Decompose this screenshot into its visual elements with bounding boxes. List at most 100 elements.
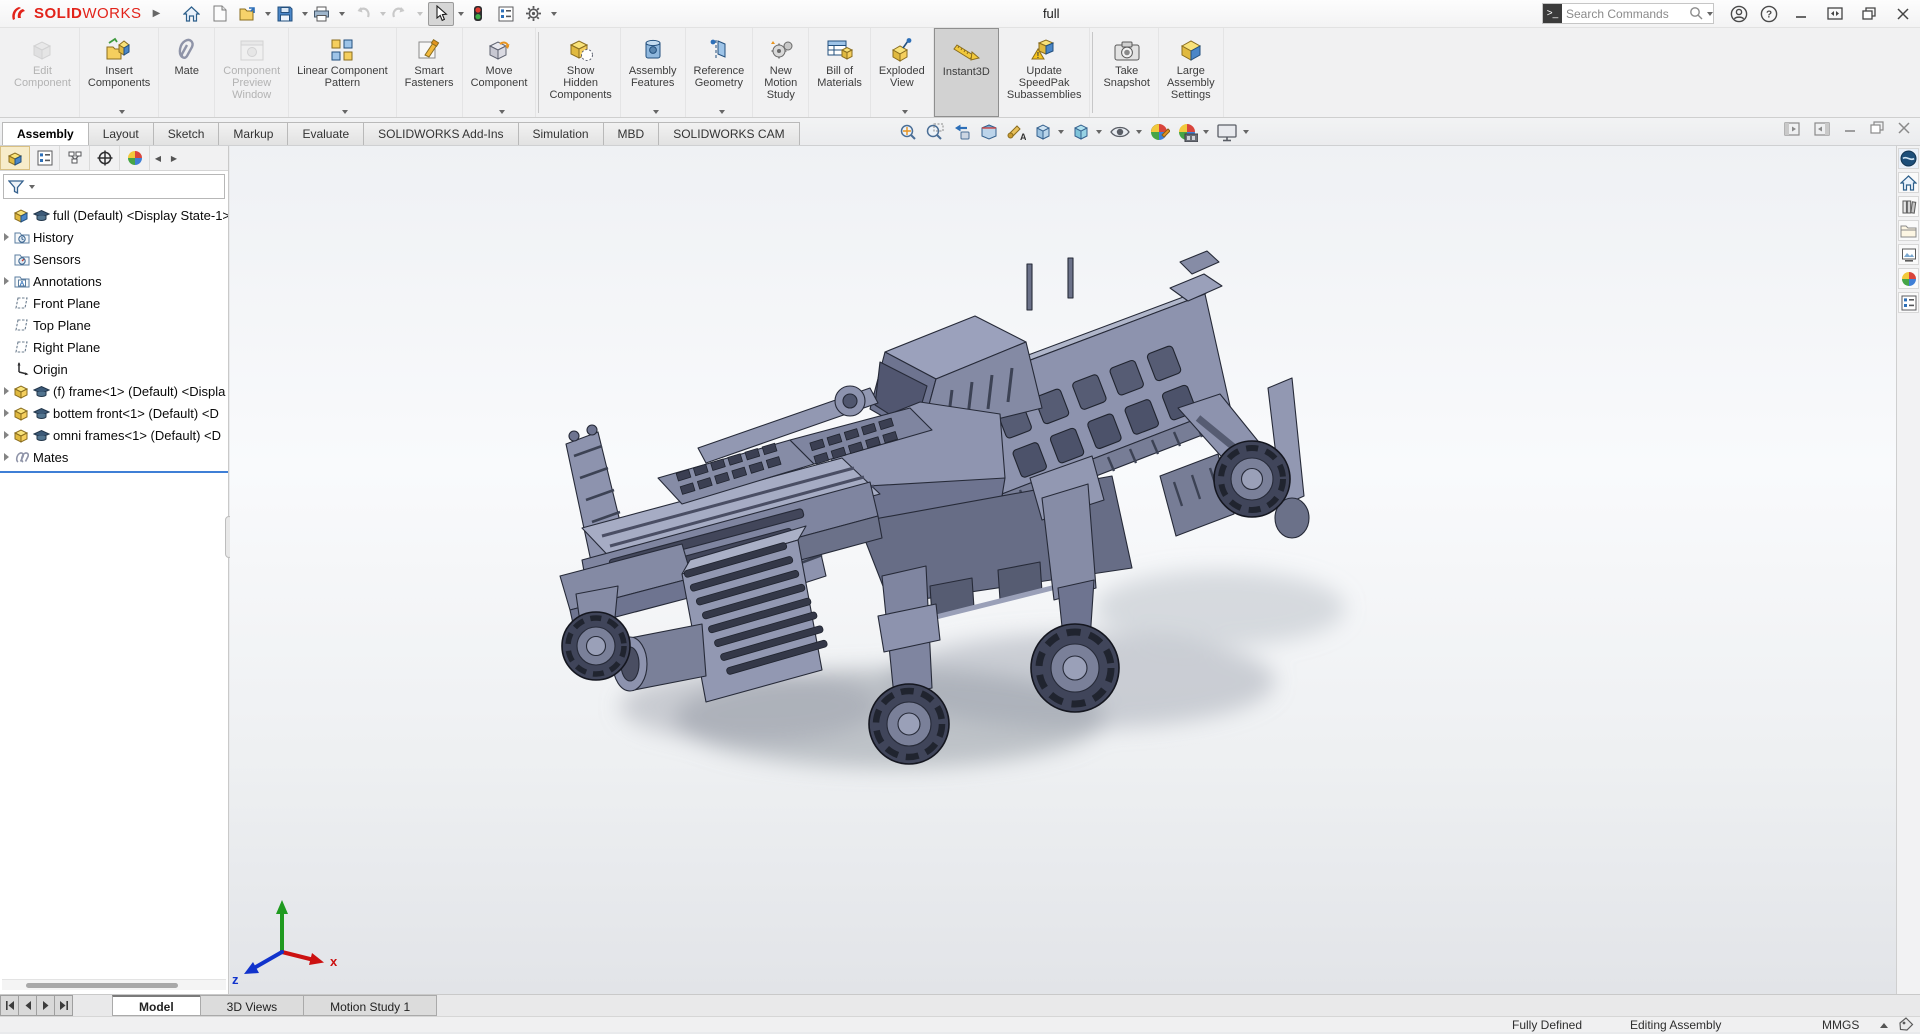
save-button[interactable] xyxy=(272,2,298,26)
cad-model-canvas[interactable]: x z xyxy=(230,146,1896,994)
tree-item-origin[interactable]: Origin xyxy=(0,358,228,380)
solidworks-resources-button[interactable] xyxy=(1898,148,1919,169)
move-component-button[interactable]: Move Component xyxy=(463,28,537,117)
custom-properties-button[interactable] xyxy=(1898,292,1919,313)
units-dropdown-arrow[interactable] xyxy=(1880,1023,1888,1028)
hide-show-items-icon[interactable] xyxy=(1109,122,1142,142)
search-dropdown-arrow[interactable] xyxy=(1707,12,1713,16)
propertymanager-tab[interactable] xyxy=(30,146,60,170)
settings-dropdown-arrow[interactable] xyxy=(551,12,557,16)
tab-solidworks-add-ins[interactable]: SOLIDWORKS Add-Ins xyxy=(363,122,518,145)
tree-item-history[interactable]: History xyxy=(0,226,228,248)
appearances-scenes-button[interactable] xyxy=(1898,268,1919,289)
linear-component-pattern-button[interactable]: Linear Component Pattern xyxy=(289,28,397,117)
tree-item-frame[interactable]: (f) frame<1> (Default) <Displa xyxy=(0,380,228,402)
tree-item-sensors[interactable]: Sensors xyxy=(0,248,228,270)
search-commands-box[interactable]: >_ xyxy=(1542,3,1714,24)
tree-filter-box[interactable] xyxy=(3,174,225,199)
tab-simulation[interactable]: Simulation xyxy=(518,122,604,145)
display-style-dropdown[interactable] xyxy=(1096,130,1102,134)
tree-item-front-plane[interactable]: Front Plane xyxy=(0,292,228,314)
tab-scroll-next-button[interactable] xyxy=(36,995,55,1016)
print-dropdown-arrow[interactable] xyxy=(339,12,345,16)
hide-show-dropdown[interactable] xyxy=(1136,130,1142,134)
mate-button[interactable]: Mate xyxy=(159,28,215,117)
instant3d-button[interactable]: Instant3D xyxy=(934,28,999,117)
tab-model[interactable]: Model xyxy=(112,995,201,1016)
expander-arrow[interactable] xyxy=(0,387,13,395)
exploded-view-button[interactable]: Exploded View xyxy=(871,28,934,117)
zoom-to-area-icon[interactable] xyxy=(925,122,945,142)
open-button[interactable] xyxy=(235,2,261,26)
tab-scroll-first-button[interactable] xyxy=(0,995,19,1016)
home-button[interactable] xyxy=(179,2,205,26)
tree-horizontal-scrollbar[interactable] xyxy=(2,979,226,990)
expander-arrow[interactable] xyxy=(0,453,13,461)
view-palette-button[interactable] xyxy=(1898,244,1919,265)
tree-item-annotations[interactable]: A Annotations xyxy=(0,270,228,292)
expander-arrow[interactable] xyxy=(0,409,13,417)
settings-button[interactable] xyxy=(521,2,547,26)
doc-restore-icon[interactable] xyxy=(1870,121,1884,137)
tab-scroll-last-button[interactable] xyxy=(54,995,73,1016)
bill-of-materials-button[interactable]: Bill of Materials xyxy=(809,28,871,117)
dropdown-arrow[interactable] xyxy=(342,110,348,114)
section-view-icon[interactable] xyxy=(979,122,999,142)
dropdown-arrow[interactable] xyxy=(653,110,659,114)
tree-item-mates[interactable]: Mates xyxy=(0,446,228,468)
restore-button[interactable] xyxy=(1852,1,1886,27)
expander-arrow[interactable] xyxy=(0,431,13,439)
search-input[interactable] xyxy=(1562,7,1689,21)
fm-tabs-scroll-left[interactable]: ◀ xyxy=(150,146,166,170)
displaymanager-tab[interactable] xyxy=(120,146,150,170)
assembly-features-button[interactable]: Assembly Features xyxy=(621,28,686,117)
tag-icon[interactable] xyxy=(1899,1017,1914,1034)
view-orientation-icon[interactable] xyxy=(1033,122,1064,142)
take-snapshot-button[interactable]: Take Snapshot xyxy=(1095,28,1158,117)
previous-view-icon[interactable] xyxy=(952,122,972,142)
show-hidden-components-button[interactable]: Show Hidden Components xyxy=(541,28,620,117)
tree-item-right-plane[interactable]: Right Plane xyxy=(0,336,228,358)
menu-expand-arrow[interactable]: ▶ xyxy=(150,7,164,21)
expand-window-button[interactable] xyxy=(1818,1,1852,27)
featuremanager-tab[interactable] xyxy=(0,146,30,170)
save-dropdown-arrow[interactable] xyxy=(302,12,308,16)
tab-assembly[interactable]: Assembly xyxy=(2,122,89,145)
status-units[interactable]: MMGS xyxy=(1822,1018,1859,1032)
view-orientation-dropdown[interactable] xyxy=(1058,130,1064,134)
insert-components-button[interactable]: Insert Components xyxy=(80,28,159,117)
tree-item-assembly-root[interactable]: full (Default) <Display State-1> xyxy=(0,204,228,226)
tab-3d-views[interactable]: 3D Views xyxy=(200,995,304,1016)
reference-geometry-button[interactable]: Reference Geometry xyxy=(686,28,754,117)
tab-scroll-prev-button[interactable] xyxy=(18,995,37,1016)
view-settings-icon[interactable] xyxy=(1216,122,1249,142)
tab-motion-study-1[interactable]: Motion Study 1 xyxy=(303,995,437,1016)
expander-arrow[interactable] xyxy=(0,277,13,285)
dropdown-arrow[interactable] xyxy=(719,110,725,114)
tree-item-bottem-front[interactable]: bottem front<1> (Default) <D xyxy=(0,402,228,424)
rollback-bar[interactable] xyxy=(0,471,228,473)
search-icon[interactable] xyxy=(1689,6,1704,21)
dropdown-arrow[interactable] xyxy=(499,110,505,114)
doc-minimize-icon[interactable] xyxy=(1844,122,1856,137)
update-speedpak-button[interactable]: ! Update SpeedPak Subassemblies xyxy=(999,28,1091,117)
apply-scene-icon[interactable] xyxy=(1177,122,1209,142)
new-motion-study-button[interactable]: New Motion Study xyxy=(753,28,809,117)
scrollbar-thumb[interactable] xyxy=(26,983,178,988)
apply-scene-dropdown[interactable] xyxy=(1203,130,1209,134)
redo-button[interactable] xyxy=(387,2,413,26)
account-button[interactable] xyxy=(1724,2,1754,26)
dropdown-arrow[interactable] xyxy=(119,110,125,114)
traffic-light-button[interactable] xyxy=(465,2,491,26)
close-button[interactable] xyxy=(1886,1,1920,27)
large-assembly-settings-button[interactable]: Large Assembly Settings xyxy=(1159,28,1224,117)
collapse-left-icon[interactable] xyxy=(1784,122,1800,136)
help-button[interactable]: ? xyxy=(1754,2,1784,26)
tab-sketch[interactable]: Sketch xyxy=(153,122,220,145)
dimxpertmanager-tab[interactable] xyxy=(90,146,120,170)
edit-appearance-icon[interactable] xyxy=(1149,122,1170,142)
design-library-button[interactable] xyxy=(1898,196,1919,217)
zoom-to-fit-icon[interactable] xyxy=(898,122,918,142)
edit-component-button[interactable]: Edit Component xyxy=(6,28,80,117)
new-document-button[interactable] xyxy=(207,2,233,26)
